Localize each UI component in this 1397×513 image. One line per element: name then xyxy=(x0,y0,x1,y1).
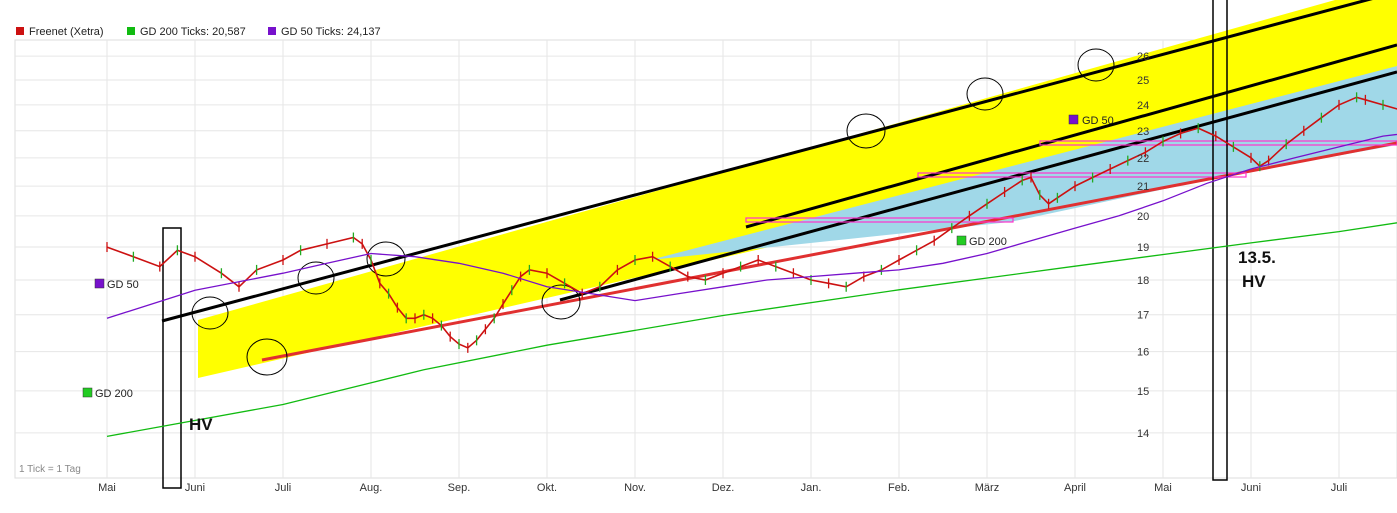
legend-label-price: Freenet (Xetra) xyxy=(29,26,104,38)
hv-label-right: HV xyxy=(1242,272,1266,291)
y-tick-label: 15 xyxy=(1137,386,1149,398)
legend-label-gd50: GD 50 Ticks: 24,137 xyxy=(281,26,381,38)
gd50-marker-right xyxy=(1068,114,1079,125)
legend-swatch-price xyxy=(16,27,24,35)
x-tick-label: Aug. xyxy=(360,482,383,494)
legend-label-gd200: GD 200 Ticks: 20,587 xyxy=(140,26,246,38)
y-tick-label: 26 xyxy=(1137,51,1149,63)
hv-label-left: HV xyxy=(189,415,213,434)
hv-date-right: 13.5. xyxy=(1238,248,1276,267)
x-tick-label: April xyxy=(1064,482,1086,494)
gd200-marker-right xyxy=(956,235,967,246)
x-tick-label: Jan. xyxy=(801,482,822,494)
x-tick-label: März xyxy=(975,482,999,494)
y-tick-label: 18 xyxy=(1137,275,1149,287)
x-tick-label: Mai xyxy=(98,482,116,494)
tick-footnote: 1 Tick = 1 Tag xyxy=(19,464,81,475)
y-tick-label: 16 xyxy=(1137,347,1149,359)
x-tick-label: Juli xyxy=(1331,482,1348,494)
x-tick-label: Feb. xyxy=(888,482,910,494)
x-tick-label: Okt. xyxy=(537,482,557,494)
y-tick-label: 17 xyxy=(1137,310,1149,322)
gd50-label-right: GD 50 xyxy=(1082,115,1114,127)
y-tick-label: 22 xyxy=(1137,153,1149,165)
y-tick-label: 14 xyxy=(1137,428,1149,440)
y-tick-label: 20 xyxy=(1137,211,1149,223)
gd200-label-left: GD 200 xyxy=(95,388,133,400)
x-tick-label: Juni xyxy=(185,482,205,494)
x-tick-label: Nov. xyxy=(624,482,646,494)
legend: Freenet (Xetra) GD 200 Ticks: 20,587 GD … xyxy=(16,26,381,38)
x-tick-label: Juli xyxy=(275,482,292,494)
gd50-marker-left xyxy=(94,278,105,289)
x-tick-label: Juni xyxy=(1241,482,1261,494)
y-tick-label: 21 xyxy=(1137,181,1149,193)
legend-swatch-gd50 xyxy=(268,27,276,35)
x-tick-label: Dez. xyxy=(712,482,735,494)
gd50-label-left: GD 50 xyxy=(107,279,139,291)
y-tick-label: 24 xyxy=(1137,100,1149,112)
gd200-marker-left xyxy=(82,387,93,398)
y-tick-label: 23 xyxy=(1137,126,1149,138)
y-tick-label: 19 xyxy=(1137,242,1149,254)
legend-swatch-gd200 xyxy=(127,27,135,35)
x-tick-label: Sep. xyxy=(448,482,471,494)
x-tick-label: Mai xyxy=(1154,482,1172,494)
stock-chart: Mai Juni Juli Aug. Sep. Okt. Nov. Dez. Jan. Feb. M… xyxy=(14,0,1397,494)
gd200-label-right: GD 200 xyxy=(969,236,1007,248)
y-tick-label: 25 xyxy=(1137,75,1149,87)
